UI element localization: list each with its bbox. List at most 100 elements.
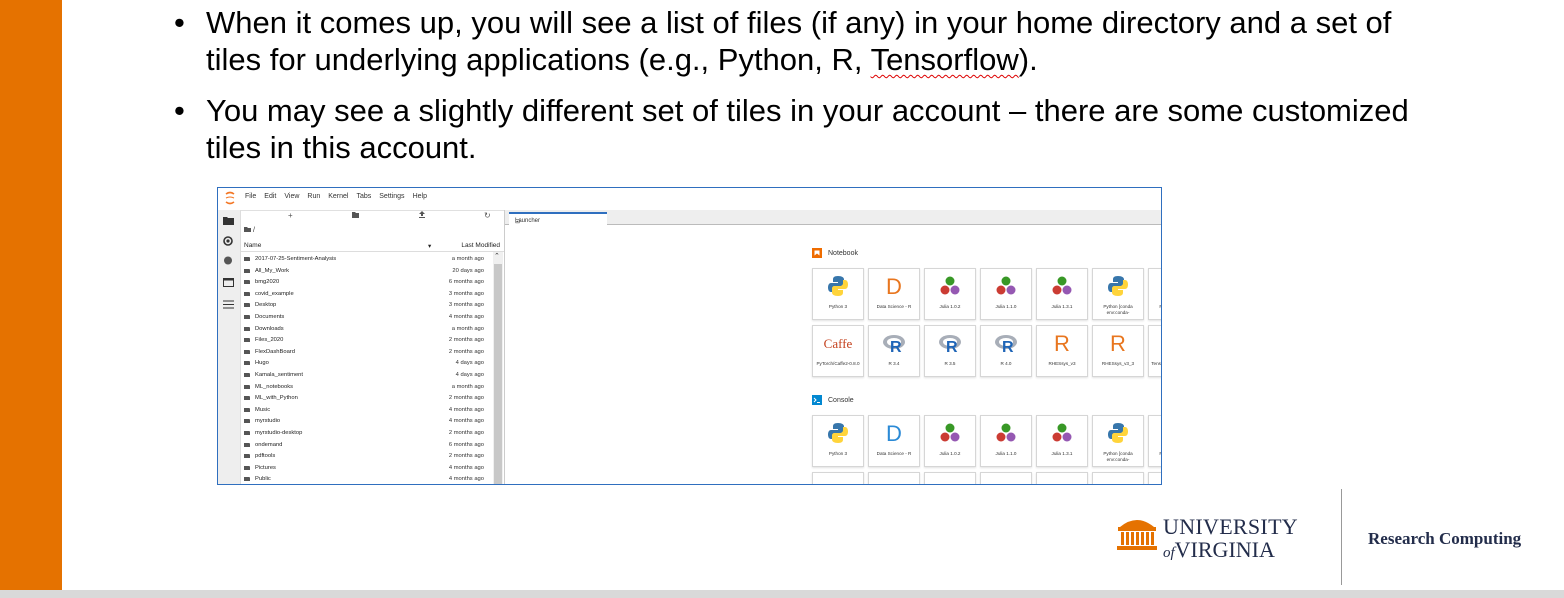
launcher-tile[interactable]: Julia 1.3.1 [1036,415,1088,467]
launcher-tile-cropped[interactable] [812,472,864,484]
launcher-tile[interactable]: Python 3 [812,268,864,320]
launcher-tile-cropped[interactable] [924,472,976,484]
svg-text:R: R [1002,339,1014,354]
file-browser: + ↻ / Name ▾ Last Modified 2017-07-25-Se… [240,210,505,484]
file-row[interactable]: bmg2020 6 months ago [240,277,490,289]
folder-icon [244,442,250,447]
file-row[interactable]: Downloads a month ago [240,324,490,336]
launcher-tile[interactable]: Caffe PyTorch/Caffe2-0.8.0 [812,325,864,377]
launcher-tile[interactable]: Tensorflow 1.12/Keras Py2.7 [1148,325,1161,377]
launcher-tile[interactable]: R R 3.4 [868,325,920,377]
file-row[interactable]: covid_example 3 months ago [240,289,490,301]
menu-edit[interactable]: Edit [264,193,276,200]
file-row[interactable]: ondemand 6 months ago [240,440,490,452]
file-name: myrstudio [255,418,281,425]
file-modified: 4 months ago [448,464,484,471]
launcher-tile-cropped[interactable] [1092,472,1144,484]
launcher-tile[interactable]: Julia 1.0.2 [924,415,976,467]
palette-icon[interactable] [223,256,234,265]
file-row[interactable]: Documents 4 months ago [240,312,490,324]
folder-icon [244,291,250,296]
file-row[interactable]: pdftools 2 months ago [240,451,490,463]
file-row[interactable]: Music 4 months ago [240,405,490,417]
folder-icon [244,257,250,261]
file-row[interactable]: Files_2020 2 months ago [240,335,490,347]
tile-label: Tensorflow 1.12/Keras Py2.7 [1151,361,1161,366]
file-row[interactable]: ML_with_Python 2 months ago [240,393,490,405]
r-icon: R [994,332,1018,356]
launcher-tile[interactable]: D Data Science - R [868,268,920,320]
breadcrumb: / [244,227,255,234]
sort-caret-icon[interactable]: ▾ [428,242,431,250]
refresh-button[interactable]: ↻ [484,211,491,220]
menu-file[interactable]: File [245,193,256,200]
file-row[interactable]: Public 4 months ago [240,474,490,484]
tile-label: Data Science - R [876,304,912,309]
bullet-item: • You may see a slightly different set o… [174,93,1409,165]
launcher-tile-cropped[interactable] [1036,472,1088,484]
launcher-tile[interactable]: Python [conda env:conda- [1148,415,1161,467]
column-name[interactable]: Name [244,242,261,249]
r-icon: R [882,332,906,356]
file-modified: 4 months ago [448,406,484,413]
launcher-tile[interactable]: R RHESsys_v3_3 [1092,325,1144,377]
folder-icon [244,430,250,435]
launcher-tile[interactable]: Python 3 [812,415,864,467]
folder-icon[interactable] [223,216,234,225]
slide-footer-bar [0,590,1564,598]
launcher-tile[interactable]: Julia 1.1.0 [980,415,1032,467]
launcher-tile[interactable]: Python [conda env:conda- [1092,415,1144,467]
launcher-tile[interactable]: R RHESsys_v3 [1036,325,1088,377]
file-row[interactable]: FlexDashBoard 2 months ago [240,347,490,359]
svg-text:R: R [890,339,902,354]
menu-kernel[interactable]: Kernel [328,193,348,200]
launcher-tile[interactable]: Python [conda env:conda- [1092,268,1144,320]
launcher-tile[interactable]: D Data Science - R [868,415,920,467]
launcher-tile-cropped[interactable] [1148,472,1161,484]
tabs-icon[interactable] [223,278,234,287]
file-row[interactable]: Pictures 4 months ago [240,463,490,475]
home-folder-icon[interactable] [244,227,251,232]
tile-label: R 3.5 [944,361,956,366]
menu-view[interactable]: View [284,193,299,200]
file-row[interactable]: Kamala_sentiment 4 days ago [240,370,490,382]
launcher-tile[interactable]: Julia 1.1.0 [980,268,1032,320]
folder-icon [244,407,250,412]
file-name: ML_with_Python [255,395,298,402]
tab-launcher[interactable]: ⊡ Launcher [509,212,607,226]
file-row[interactable]: 2017-07-25-Sentiment-Analysis a month ago [240,254,490,266]
menu-help[interactable]: Help [413,193,427,200]
scroll-thumb[interactable] [494,264,502,484]
file-toolbar: + ↻ [240,210,504,224]
running-icon[interactable] [223,236,233,246]
new-launcher-button[interactable]: + [288,211,293,220]
column-modified[interactable]: Last Modified [461,242,500,249]
launcher-tile-cropped[interactable] [980,472,1032,484]
launcher-tile[interactable]: Julia 1.3.1 [1036,268,1088,320]
tile-label: Python [conda env:conda- [1150,304,1161,315]
file-row[interactable]: All_My_Work 20 days ago [240,266,490,278]
file-row[interactable]: Desktop 3 months ago [240,300,490,312]
file-name: Documents [255,313,285,320]
launcher-tile[interactable]: Julia 1.0.2 [924,268,976,320]
launcher-tile[interactable]: R R 3.5 [924,325,976,377]
file-modified: 4 months ago [448,476,484,483]
upload-icon[interactable] [419,211,425,220]
folder-icon [244,361,250,366]
scroll-up-icon[interactable]: ⌃ [494,252,500,260]
file-row[interactable]: myrstudio 4 months ago [240,416,490,428]
menu-settings[interactable]: Settings [379,193,404,200]
launcher-tile-cropped[interactable] [868,472,920,484]
file-name: Files_2020 [255,337,284,344]
menu-run[interactable]: Run [307,193,320,200]
file-row[interactable]: ML_notebooks a month ago [240,382,490,394]
file-row[interactable]: myrstudio-desktop 2 months ago [240,428,490,440]
menu-tabs[interactable]: Tabs [356,193,371,200]
launcher-tile[interactable]: R R 4.0 [980,325,1032,377]
toc-icon[interactable] [223,300,234,309]
file-name: covid_example [255,290,294,297]
new-folder-icon[interactable] [352,211,359,220]
launcher-tile[interactable]: Python [conda env:conda- [1148,268,1161,320]
file-row[interactable]: Hugo 4 days ago [240,358,490,370]
file-list-scrollbar[interactable]: ⌃ [493,252,503,484]
